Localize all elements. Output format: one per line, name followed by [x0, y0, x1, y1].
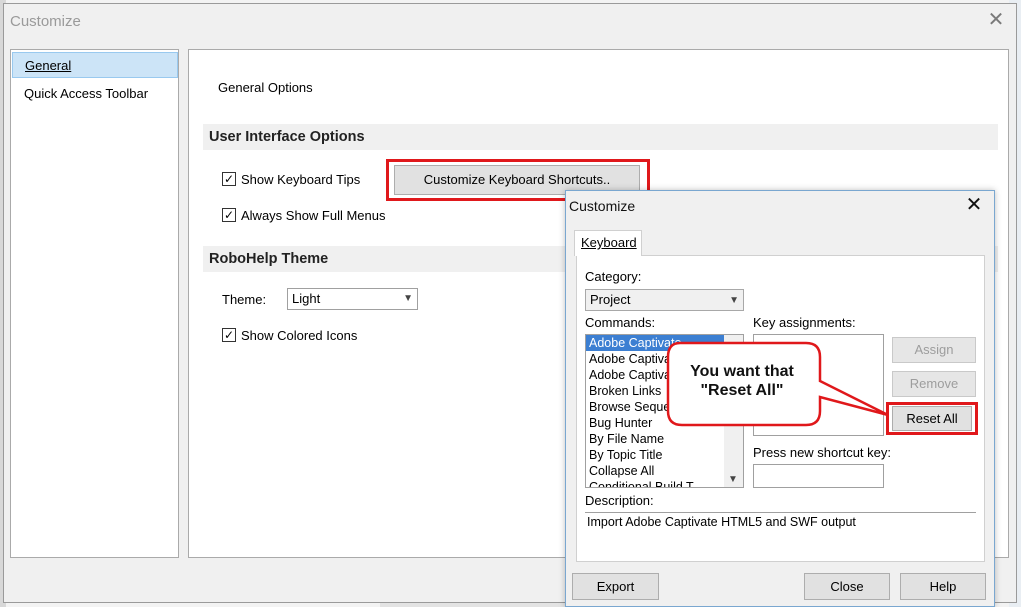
page-title: General Options	[218, 80, 313, 95]
theme-select[interactable]: Light ▼	[287, 288, 418, 310]
export-button[interactable]: Export	[572, 573, 659, 600]
description-label: Description:	[585, 493, 654, 508]
shortcut-key-input[interactable]	[753, 464, 884, 488]
nav-item-quick-access-toolbar[interactable]: Quick Access Toolbar	[12, 81, 178, 107]
nav-item-general[interactable]: General	[12, 52, 178, 78]
list-item[interactable]: Collapse All	[586, 463, 743, 479]
close-button[interactable]: Close	[804, 573, 890, 600]
dialog-title: Customize	[569, 198, 636, 214]
callout-line-2: "Reset All"	[700, 382, 784, 399]
list-item[interactable]: Conditional Build T	[586, 479, 743, 487]
show-keyboard-tips-label: Show Keyboard Tips	[241, 172, 361, 187]
always-show-full-menus-checkbox[interactable]: ✓	[222, 208, 236, 222]
section-user-interface-options: User Interface Options	[203, 124, 998, 150]
chevron-down-icon[interactable]: ▼	[728, 474, 738, 485]
commands-label: Commands:	[585, 315, 656, 330]
callout-line-1: You want that	[690, 363, 794, 380]
tab-keyboard[interactable]: Keyboard	[574, 230, 642, 256]
reset-all-button[interactable]: Reset All	[892, 406, 972, 431]
category-label: Category:	[585, 269, 642, 284]
theme-label: Theme:	[222, 292, 267, 307]
press-new-shortcut-label: Press new shortcut key:	[753, 445, 891, 460]
chevron-down-icon: ▼	[729, 295, 739, 306]
category-select-value: Project	[590, 292, 631, 307]
callout-text: You want that "Reset All"	[672, 362, 812, 400]
close-icon[interactable]: ✕	[986, 10, 1006, 30]
show-colored-icons-checkbox[interactable]: ✓	[222, 328, 236, 342]
description-text: Import Adobe Captivate HTML5 and SWF out…	[585, 512, 976, 550]
key-assignments-label: Key assignments:	[753, 315, 856, 330]
show-colored-icons-label: Show Colored Icons	[241, 328, 358, 343]
show-keyboard-tips-checkbox[interactable]: ✓	[222, 172, 236, 186]
nav-pane	[10, 49, 179, 558]
chevron-down-icon: ▼	[403, 293, 413, 304]
theme-select-value: Light	[292, 291, 321, 306]
nav-item-label: General	[25, 58, 72, 73]
list-item[interactable]: By Topic Title	[586, 447, 743, 463]
window-title: Customize	[10, 13, 81, 30]
help-button[interactable]: Help	[900, 573, 986, 600]
remove-button[interactable]: Remove	[892, 371, 976, 397]
nav-item-label: Quick Access Toolbar	[24, 86, 149, 101]
tab-keyboard-label: Keyboard	[581, 235, 637, 250]
assign-button[interactable]: Assign	[892, 337, 976, 363]
category-select[interactable]: Project ▼	[585, 289, 744, 311]
always-show-full-menus-label: Always Show Full Menus	[241, 208, 386, 223]
dialog-close-icon[interactable]: ✕	[963, 194, 985, 216]
